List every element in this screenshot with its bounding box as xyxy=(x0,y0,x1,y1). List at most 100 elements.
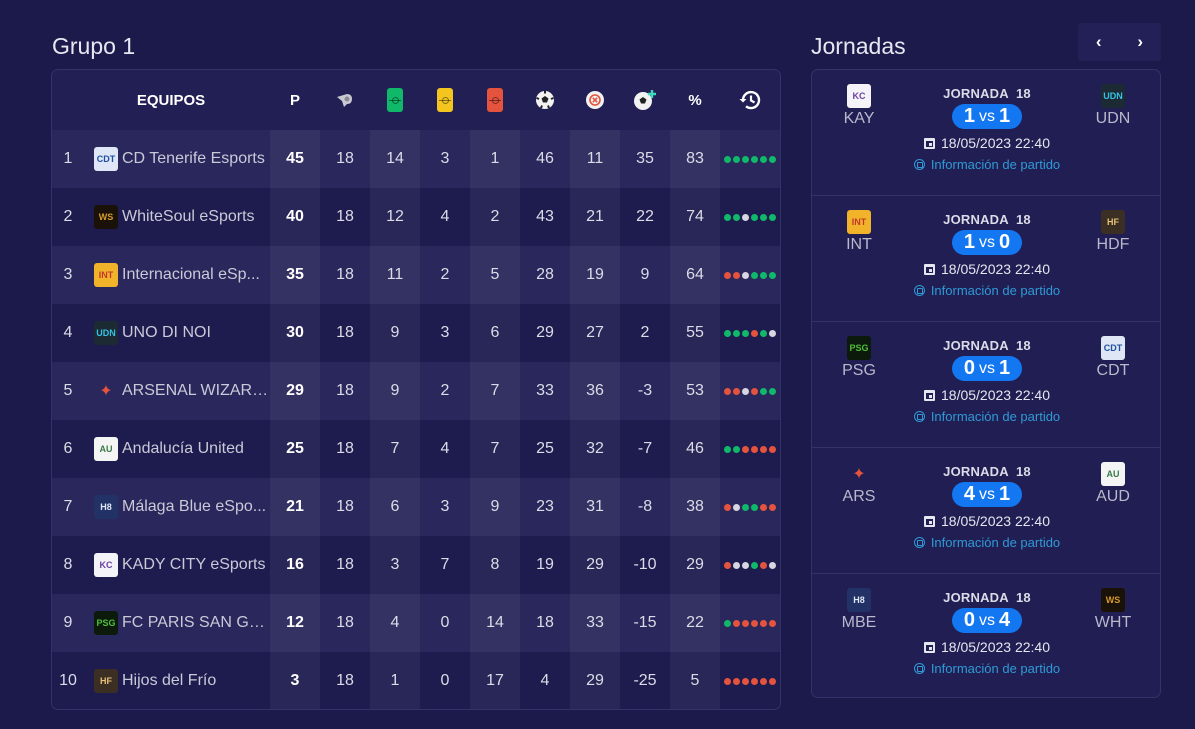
form-cell xyxy=(720,130,780,188)
form-dots xyxy=(724,329,776,337)
match-info-link[interactable]: Información de partido xyxy=(913,409,1060,424)
home-team-abbr: ARS xyxy=(842,488,876,505)
form-dots xyxy=(724,561,776,569)
position-cell: 4 xyxy=(63,324,73,341)
win-dot xyxy=(760,155,767,163)
group-title: Grupo 1 xyxy=(52,33,136,59)
percent-cell: 74 xyxy=(670,188,720,246)
played-cell: 18 xyxy=(336,150,354,167)
drawn-cell: 3 xyxy=(440,324,450,341)
position-cell: 3 xyxy=(63,266,73,283)
calendar-icon xyxy=(924,641,935,653)
team-cell[interactable]: PSG FC PARIS SAN GE... xyxy=(84,594,270,652)
win-dot xyxy=(760,213,767,221)
match-info-link[interactable]: Información de partido xyxy=(913,535,1060,550)
table-row[interactable]: 7 H8 Málaga Blue eSpo... 21 18 6 3 9 23 31 -8 38 xyxy=(52,478,780,536)
lost-cell: 2 xyxy=(470,188,520,246)
home-team[interactable]: INT INT xyxy=(829,210,889,254)
won-cell: 3 xyxy=(370,536,420,594)
round-label: JORNADA 18 xyxy=(943,590,1031,605)
table-row[interactable]: 3 INT Internacional eSp... 35 18 11 2 5 28 19 9 64 xyxy=(52,246,780,304)
loss-dot xyxy=(751,619,758,627)
away-score: 1 xyxy=(999,357,1011,379)
team-cell[interactable]: AU Andalucía United xyxy=(84,420,270,478)
uno-di-noi-logo: UDN xyxy=(94,321,118,345)
points-cell: 35 xyxy=(270,246,320,304)
away-team[interactable]: HF HDF xyxy=(1083,210,1143,254)
team-cell[interactable]: H8 Málaga Blue eSpo... xyxy=(84,478,270,536)
team-cell[interactable]: KC KADY CITY eSports xyxy=(84,536,270,594)
away-team[interactable]: UDN UDN xyxy=(1083,84,1143,128)
played-cell: 18 xyxy=(336,382,354,399)
table-row[interactable]: 5 ✦ ARSENAL WIZARDS 29 18 9 2 7 33 36 -3 53 xyxy=(52,362,780,420)
goals-for-cell: 33 xyxy=(536,382,554,399)
score-badge: 0 vs 1 xyxy=(951,356,1023,381)
team-name: CD Tenerife Esports xyxy=(122,150,265,167)
lost-cell: 17 xyxy=(470,652,520,709)
table-row[interactable]: 1 CDT CD Tenerife Esports 45 18 14 3 1 46 11 35 83 xyxy=(52,130,780,188)
match-center: JORNADA 18 1 vs 0 18/05/2023 22:40 Infor… xyxy=(902,212,1072,298)
goals-for-cell: 23 xyxy=(536,498,554,515)
draw-dot xyxy=(742,271,749,279)
match-info-link[interactable]: Información de partido xyxy=(913,157,1061,172)
table-body: 1 CDT CD Tenerife Esports 45 18 14 3 1 46 11 35 83 2… xyxy=(52,130,780,709)
match-info-link[interactable]: Información de partido xyxy=(913,661,1061,676)
loss-dot xyxy=(769,619,776,627)
team-cell[interactable]: WS WhiteSoul eSports xyxy=(84,188,270,246)
win-dot xyxy=(724,329,731,337)
form-dots xyxy=(724,445,776,453)
loss-dot xyxy=(724,387,731,395)
form-dots xyxy=(724,619,776,627)
home-score: 1 xyxy=(963,105,975,127)
drawn-cell: 3 xyxy=(440,498,450,515)
table-row[interactable]: 8 KC KADY CITY eSports 16 18 3 7 8 19 29 -10 29 xyxy=(52,536,780,594)
calendar-icon xyxy=(924,389,935,401)
match-info-label: Información de partido xyxy=(930,157,1061,172)
form-dots xyxy=(724,677,776,685)
played-cell: 18 xyxy=(336,266,354,283)
table-row[interactable]: 10 HF Hijos del Frío 3 18 1 0 17 4 29 -25 5 xyxy=(52,652,780,709)
table-row[interactable]: 4 UDN UNO DI NOI 30 18 9 3 6 29 27 2 55 xyxy=(52,304,780,362)
team-cell[interactable]: INT Internacional eSp... xyxy=(84,246,270,304)
whistle-icon xyxy=(320,70,370,130)
match-info-link[interactable]: Información de partido xyxy=(913,283,1060,298)
away-score: 4 xyxy=(999,609,1011,631)
match-info-label: Información de partido xyxy=(930,661,1061,676)
soccer-ball-icon xyxy=(913,285,925,296)
lost-cell: 14 xyxy=(470,594,520,652)
away-team[interactable]: WS WHT xyxy=(1083,588,1143,632)
vs-label: vs xyxy=(979,485,995,503)
win-dot xyxy=(769,155,776,163)
team-cell[interactable]: CDT CD Tenerife Esports xyxy=(84,130,270,188)
lost-cell: 7 xyxy=(470,420,520,478)
history-icon xyxy=(720,70,780,130)
away-team-abbr: UDN xyxy=(1095,110,1131,127)
home-team[interactable]: PSG PSG xyxy=(829,336,889,380)
percent-cell: 55 xyxy=(670,304,720,362)
points-cell: 3 xyxy=(270,652,320,709)
win-dot xyxy=(769,387,776,395)
team-cell[interactable]: UDN UNO DI NOI xyxy=(84,304,270,362)
prev-round-button[interactable]: ‹ xyxy=(1088,32,1110,52)
played-cell: 18 xyxy=(336,614,354,631)
drawn-cell: 4 xyxy=(440,440,450,457)
loss-dot xyxy=(742,619,749,627)
table-row[interactable]: 6 AU Andalucía United 25 18 7 4 7 25 32 -7 46 xyxy=(52,420,780,478)
match-center: JORNADA 18 1 vs 1 18/05/2023 22:40 Infor… xyxy=(902,86,1072,172)
away-team[interactable]: CDT CDT xyxy=(1083,336,1143,380)
table-row[interactable]: 2 WS WhiteSoul eSports 40 18 12 4 2 43 21 22 74 xyxy=(52,188,780,246)
home-team[interactable]: KC KAY xyxy=(829,84,889,128)
home-team[interactable]: ✦ ARS xyxy=(829,462,889,506)
drawn-cell: 7 xyxy=(440,556,450,573)
win-dot xyxy=(751,213,758,221)
next-round-button[interactable]: › xyxy=(1129,32,1151,52)
table-row[interactable]: 9 PSG FC PARIS SAN GE... 12 18 4 0 14 18 33 -15 22 xyxy=(52,594,780,652)
match-date: 18/05/2023 22:40 xyxy=(924,135,1050,151)
loss-dot xyxy=(751,677,758,685)
team-cell[interactable]: ✦ ARSENAL WIZARDS xyxy=(84,362,270,420)
away-team[interactable]: AU AUD xyxy=(1083,462,1143,506)
goal-difference-cell: -25 xyxy=(633,672,657,689)
team-cell[interactable]: HF Hijos del Frío xyxy=(84,652,270,709)
home-team[interactable]: H8 MBE xyxy=(829,588,889,632)
match-date: 18/05/2023 22:40 xyxy=(924,513,1050,529)
